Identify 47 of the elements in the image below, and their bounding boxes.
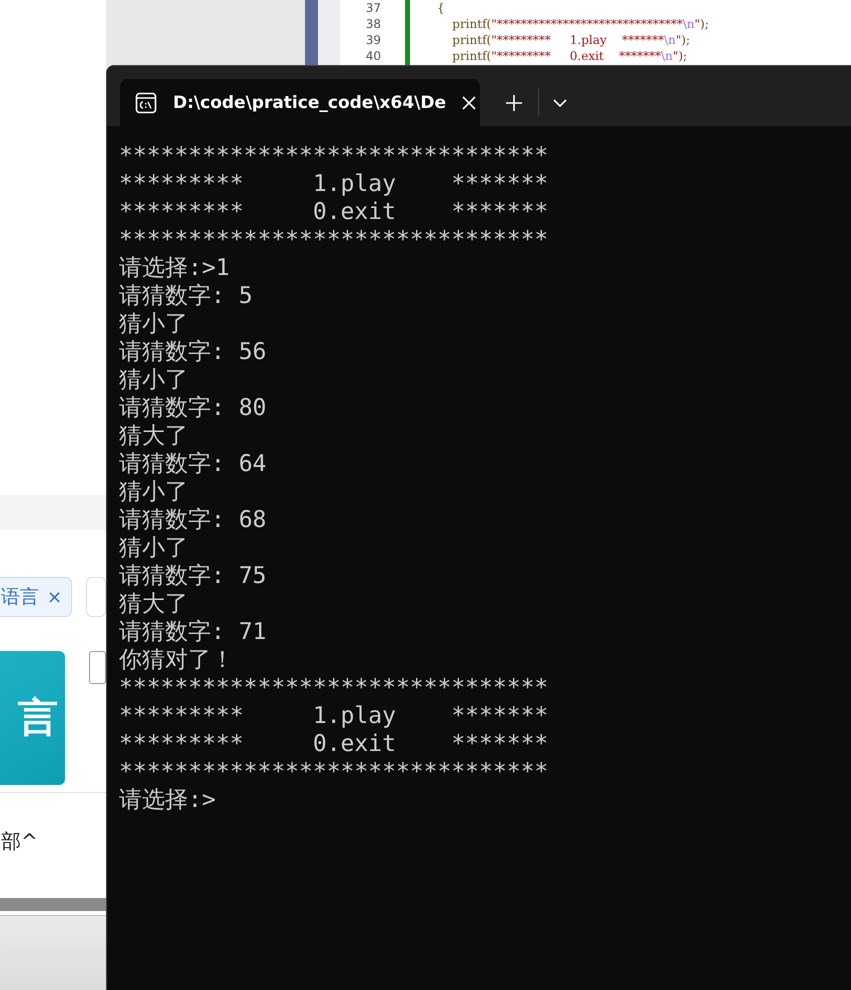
console-line: 请猜数字: 56 (119, 338, 268, 366)
collapse-link[interactable]: 部^ (1, 828, 38, 855)
terminal-tab[interactable]: D:\code\pratice_code\x64\De (120, 79, 480, 126)
console-line: ******************************* (119, 758, 550, 786)
console-line: 猜小了 (119, 310, 189, 338)
console-line: 猜小了 (119, 534, 189, 562)
console-line: 请选择:> (119, 786, 217, 814)
cover-tile[interactable]: 言 (0, 651, 65, 785)
console-line: 猜大了 (119, 590, 189, 618)
console-line: 请猜数字: 71 (119, 618, 268, 646)
terminal-icon (135, 92, 157, 114)
console-line: ********* 1.play ******* (119, 702, 550, 730)
code-line: printf("*******************************\n"); (451, 17, 709, 31)
add-icon[interactable] (506, 95, 522, 111)
console-line: 猜大了 (119, 422, 189, 450)
console-line: 请猜数字: 68 (119, 506, 268, 534)
console-line: ******************************* (119, 142, 550, 170)
tag-chip[interactable]: 语言 × (0, 577, 72, 617)
console-line: 请猜数字: 80 (119, 394, 268, 422)
line-number: 39 (364, 33, 381, 47)
line-number: 37 (364, 1, 381, 15)
code-line: printf("********* 0.exit *******\n"); (451, 49, 688, 63)
code-line: { (437, 1, 445, 15)
selection-margin (305, 0, 318, 65)
console-line: ********* 0.exit ******* (119, 730, 550, 758)
scrollbar[interactable] (0, 898, 106, 911)
line-number: 40 (364, 49, 381, 63)
console-line: 请猜数字: 64 (119, 450, 268, 478)
close-icon[interactable]: × (47, 586, 62, 608)
close-icon[interactable] (462, 96, 476, 110)
tile-title: 言 (18, 698, 58, 738)
console-line: 请选择:>1 (119, 254, 231, 282)
tag-label: 语言 (1, 585, 39, 610)
change-bar (405, 0, 410, 65)
chevron-down-icon[interactable] (553, 99, 567, 107)
console-line: 请猜数字: 5 (119, 282, 254, 310)
console-line: 猜小了 (119, 366, 189, 394)
console-line: 猜小了 (119, 478, 189, 506)
line-number: 38 (364, 17, 381, 31)
code-line: printf("********* 1.play *******\n"); (451, 33, 690, 47)
console-line: ********* 0.exit ******* (119, 198, 550, 226)
console-line: ******************************* (119, 674, 550, 702)
console-line: 你猜对了！ (119, 646, 235, 674)
line-gutter (318, 0, 340, 65)
console-line: ********* 1.play ******* (119, 170, 550, 198)
console-line: 请猜数字: 75 (119, 562, 268, 590)
console-line: ******************************* (119, 226, 550, 254)
